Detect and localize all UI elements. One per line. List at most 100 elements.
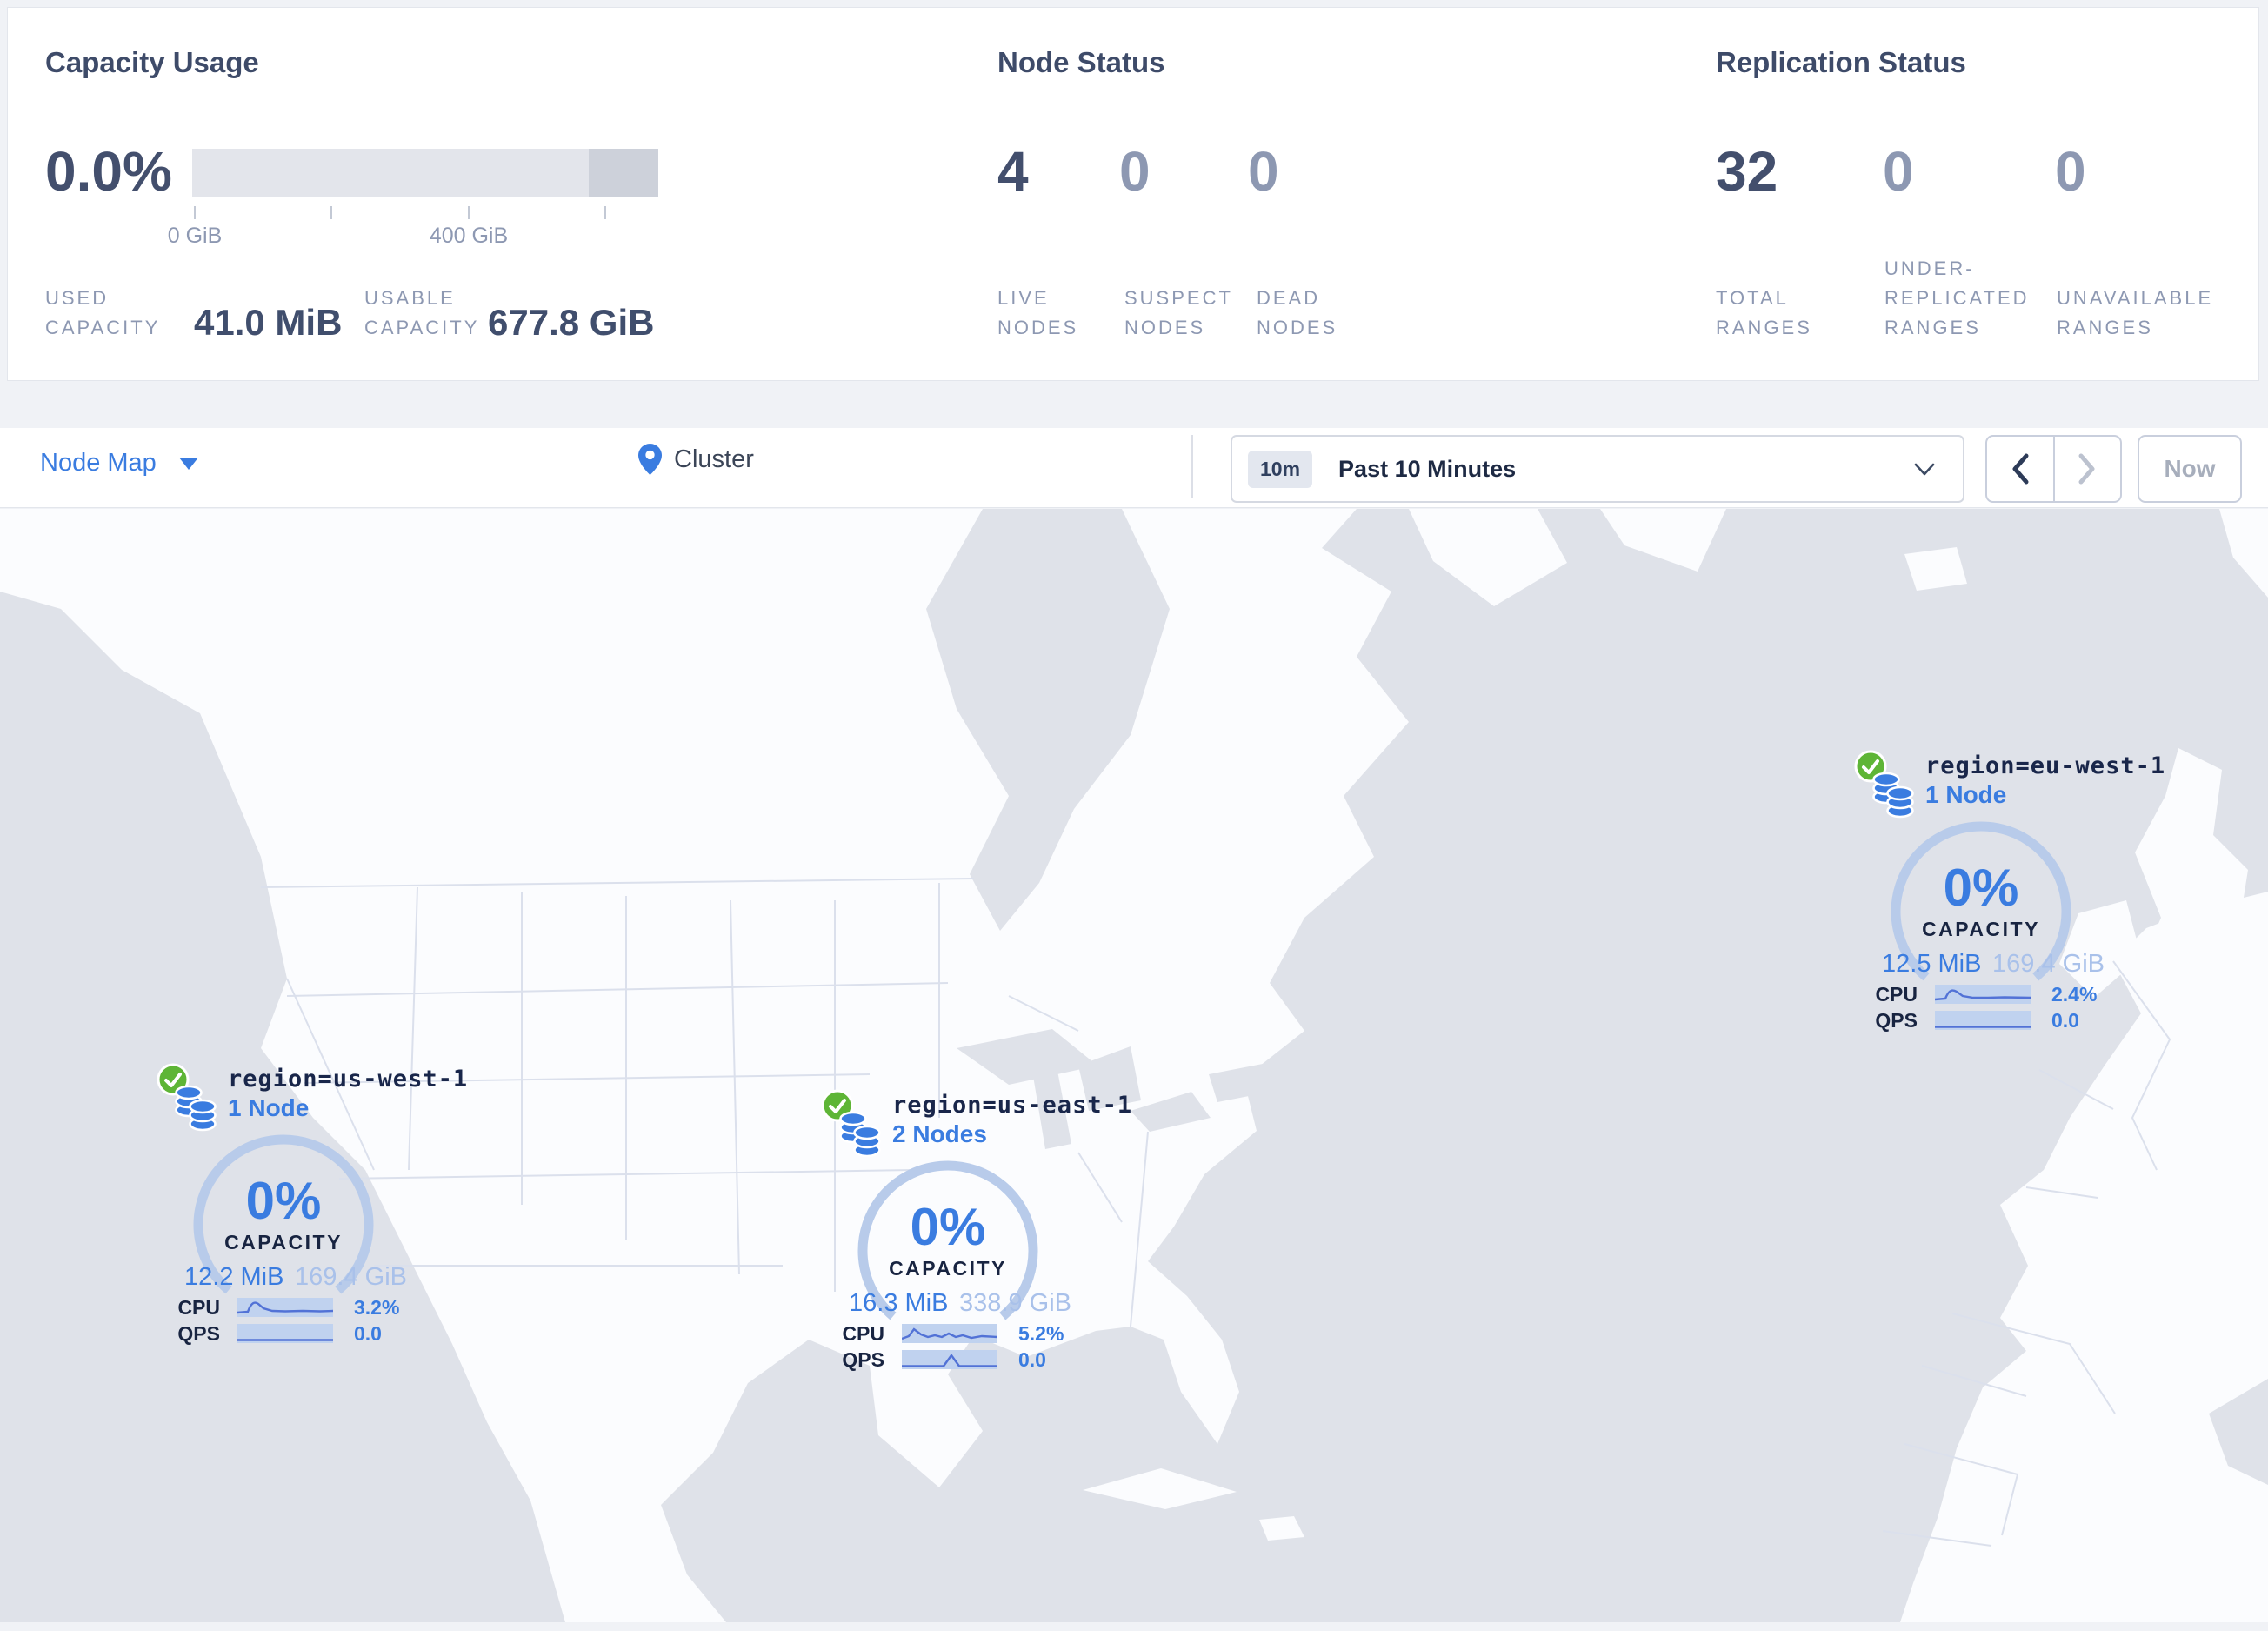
time-range-selector[interactable]: 10m Past 10 Minutes bbox=[1231, 435, 1964, 503]
used-value: 12.5 MiB bbox=[1882, 950, 1982, 978]
marker-labels: region=us-east-1 2 Nodes bbox=[892, 1091, 1132, 1149]
cpu-label: CPU bbox=[842, 1321, 884, 1345]
cpu-value: 3.2% bbox=[354, 1295, 400, 1319]
usable-value: 169.4 GiB bbox=[1992, 950, 2105, 978]
usable-value: 169.4 GiB bbox=[295, 1263, 407, 1291]
capacity-percent: 0% bbox=[245, 1172, 322, 1230]
live-nodes-label: LIVE bbox=[997, 287, 1050, 309]
database-stack-icon bbox=[175, 1085, 217, 1132]
unavailable-ranges-label: UNAVAILABLE bbox=[2057, 287, 2214, 309]
qps-label: QPS bbox=[1875, 1008, 1918, 1032]
marker-labels: region=eu-west-1 1 Node bbox=[1925, 752, 2165, 810]
usable-capacity-label-line1: USABLE bbox=[364, 287, 456, 309]
axis-tick bbox=[468, 206, 470, 219]
region-label: region=eu-west-1 bbox=[1925, 752, 2166, 779]
capacity-percent: 0% bbox=[910, 1198, 986, 1256]
total-ranges-value: 32 bbox=[1716, 140, 1778, 203]
capacity-label: CAPACITY bbox=[889, 1257, 1007, 1280]
map-toolbar: Node Map Cluster 10m Past 10 Minutes Now bbox=[0, 428, 2268, 508]
cpu-sparkline bbox=[1935, 985, 2031, 1004]
live-nodes-value: 4 bbox=[997, 140, 1029, 203]
axis-tick-label: 400 GiB bbox=[429, 224, 509, 248]
time-range-label: Past 10 Minutes bbox=[1338, 455, 1517, 482]
breadcrumb-label: Cluster bbox=[674, 445, 754, 473]
axis-tick bbox=[604, 206, 606, 219]
cluster-summary-card: Capacity Usage 0.0% 0 GiB 400 GiB USED C… bbox=[7, 7, 2259, 381]
cpu-value: 5.2% bbox=[1018, 1321, 1064, 1345]
qps-label: QPS bbox=[842, 1347, 884, 1371]
chevron-right-icon bbox=[2078, 453, 2095, 485]
view-selector-label: Node Map bbox=[40, 449, 157, 477]
live-nodes-label2: NODES bbox=[997, 317, 1079, 338]
suspect-nodes-label2: NODES bbox=[1124, 317, 1206, 338]
view-selector-dropdown[interactable]: Node Map bbox=[40, 449, 198, 478]
qps-sparkline bbox=[902, 1350, 997, 1369]
usable-capacity-label-line2: CAPACITY bbox=[364, 317, 480, 338]
used-value: 12.2 MiB bbox=[184, 1263, 284, 1291]
used-value: 16.3 MiB bbox=[849, 1289, 949, 1317]
qps-value: 0.0 bbox=[354, 1321, 382, 1345]
time-next-button[interactable] bbox=[2055, 437, 2121, 501]
under-replicated-ranges-value: 0 bbox=[1883, 140, 1914, 203]
usable-capacity-value: 677.8 GiB bbox=[488, 302, 655, 343]
capacity-percent: 0% bbox=[1943, 859, 2019, 917]
capacity-values: 16.3 MiB 338.9 GiB bbox=[849, 1289, 1071, 1317]
cpu-label: CPU bbox=[1875, 982, 1918, 1006]
under-replicated-label1: REPLICATED bbox=[1884, 287, 2030, 309]
node-marker-eu-west-1[interactable]: region=eu-west-1 1 Node 0% CAPACITY 12.5… bbox=[1790, 738, 2172, 1042]
time-prev-button[interactable] bbox=[1987, 437, 2055, 501]
cpu-label: CPU bbox=[177, 1295, 220, 1319]
breadcrumb[interactable]: Cluster bbox=[638, 444, 754, 475]
capacity-usage-bar bbox=[192, 149, 658, 197]
node-count-label: 1 Node bbox=[228, 1094, 310, 1121]
node-count-label: 2 Nodes bbox=[892, 1120, 987, 1147]
qps-value: 0.0 bbox=[1018, 1347, 1046, 1371]
qps-sparkline bbox=[237, 1324, 333, 1343]
unavailable-ranges-label2: RANGES bbox=[2057, 317, 2153, 338]
now-button[interactable]: Now bbox=[2138, 435, 2242, 503]
chevron-down-icon bbox=[1914, 463, 1935, 476]
qps-value: 0.0 bbox=[2051, 1008, 2079, 1032]
used-capacity-label-line1: USED bbox=[45, 287, 110, 309]
time-step-control bbox=[1985, 435, 2122, 503]
cpu-value: 2.4% bbox=[2051, 982, 2098, 1006]
replication-status-title: Replication Status bbox=[1716, 46, 1966, 78]
capacity-values: 12.2 MiB 169.4 GiB bbox=[184, 1263, 407, 1291]
node-status-title: Node Status bbox=[997, 46, 1165, 78]
dead-nodes-label: DEAD bbox=[1257, 287, 1321, 309]
under-replicated-label2: RANGES bbox=[1884, 317, 1981, 338]
map-pin-icon bbox=[638, 444, 662, 475]
capacity-values: 12.5 MiB 169.4 GiB bbox=[1882, 950, 2105, 978]
suspect-nodes-label: SUSPECT bbox=[1124, 287, 1233, 309]
now-button-label: Now bbox=[2164, 455, 2216, 482]
cpu-sparkline bbox=[237, 1298, 333, 1317]
node-marker-us-west-1[interactable]: region=us-west-1 1 Node 0% CAPACITY 12.2… bbox=[92, 1051, 475, 1355]
cpu-sparkline bbox=[902, 1324, 997, 1343]
dead-nodes-label2: NODES bbox=[1257, 317, 1338, 338]
time-range-badge: 10m bbox=[1248, 450, 1313, 488]
axis-tick bbox=[194, 206, 196, 219]
database-stack-icon bbox=[1872, 772, 1914, 819]
used-capacity-label-line2: CAPACITY bbox=[45, 317, 161, 338]
unavailable-ranges-value: 0 bbox=[2055, 140, 2086, 203]
node-marker-us-east-1[interactable]: region=us-east-1 2 Nodes 0% CAPACITY 16.… bbox=[757, 1077, 1139, 1381]
total-ranges-label2: RANGES bbox=[1716, 317, 1812, 338]
database-stack-icon bbox=[839, 1111, 881, 1158]
cluster-overview-page: Capacity Usage 0.0% 0 GiB 400 GiB USED C… bbox=[0, 0, 2268, 1631]
suspect-nodes-value: 0 bbox=[1119, 140, 1151, 203]
under-replicated-label0: UNDER- bbox=[1884, 257, 1975, 279]
capacity-used-percent: 0.0% bbox=[45, 140, 172, 203]
region-label: region=us-east-1 bbox=[892, 1092, 1133, 1119]
qps-label: QPS bbox=[177, 1321, 220, 1345]
dead-nodes-value: 0 bbox=[1248, 140, 1279, 203]
capacity-usage-bar-nonusable bbox=[589, 149, 658, 197]
total-ranges-label: TOTAL bbox=[1716, 287, 1789, 309]
capacity-usage-title: Capacity Usage bbox=[45, 46, 259, 78]
usable-value: 338.9 GiB bbox=[959, 1289, 1071, 1317]
qps-sparkline bbox=[1935, 1011, 2031, 1030]
capacity-label: CAPACITY bbox=[224, 1231, 343, 1253]
toolbar-divider bbox=[1191, 435, 1193, 498]
node-count-label: 1 Node bbox=[1925, 781, 2007, 808]
chevron-down-icon bbox=[178, 457, 198, 470]
axis-tick bbox=[330, 206, 332, 219]
